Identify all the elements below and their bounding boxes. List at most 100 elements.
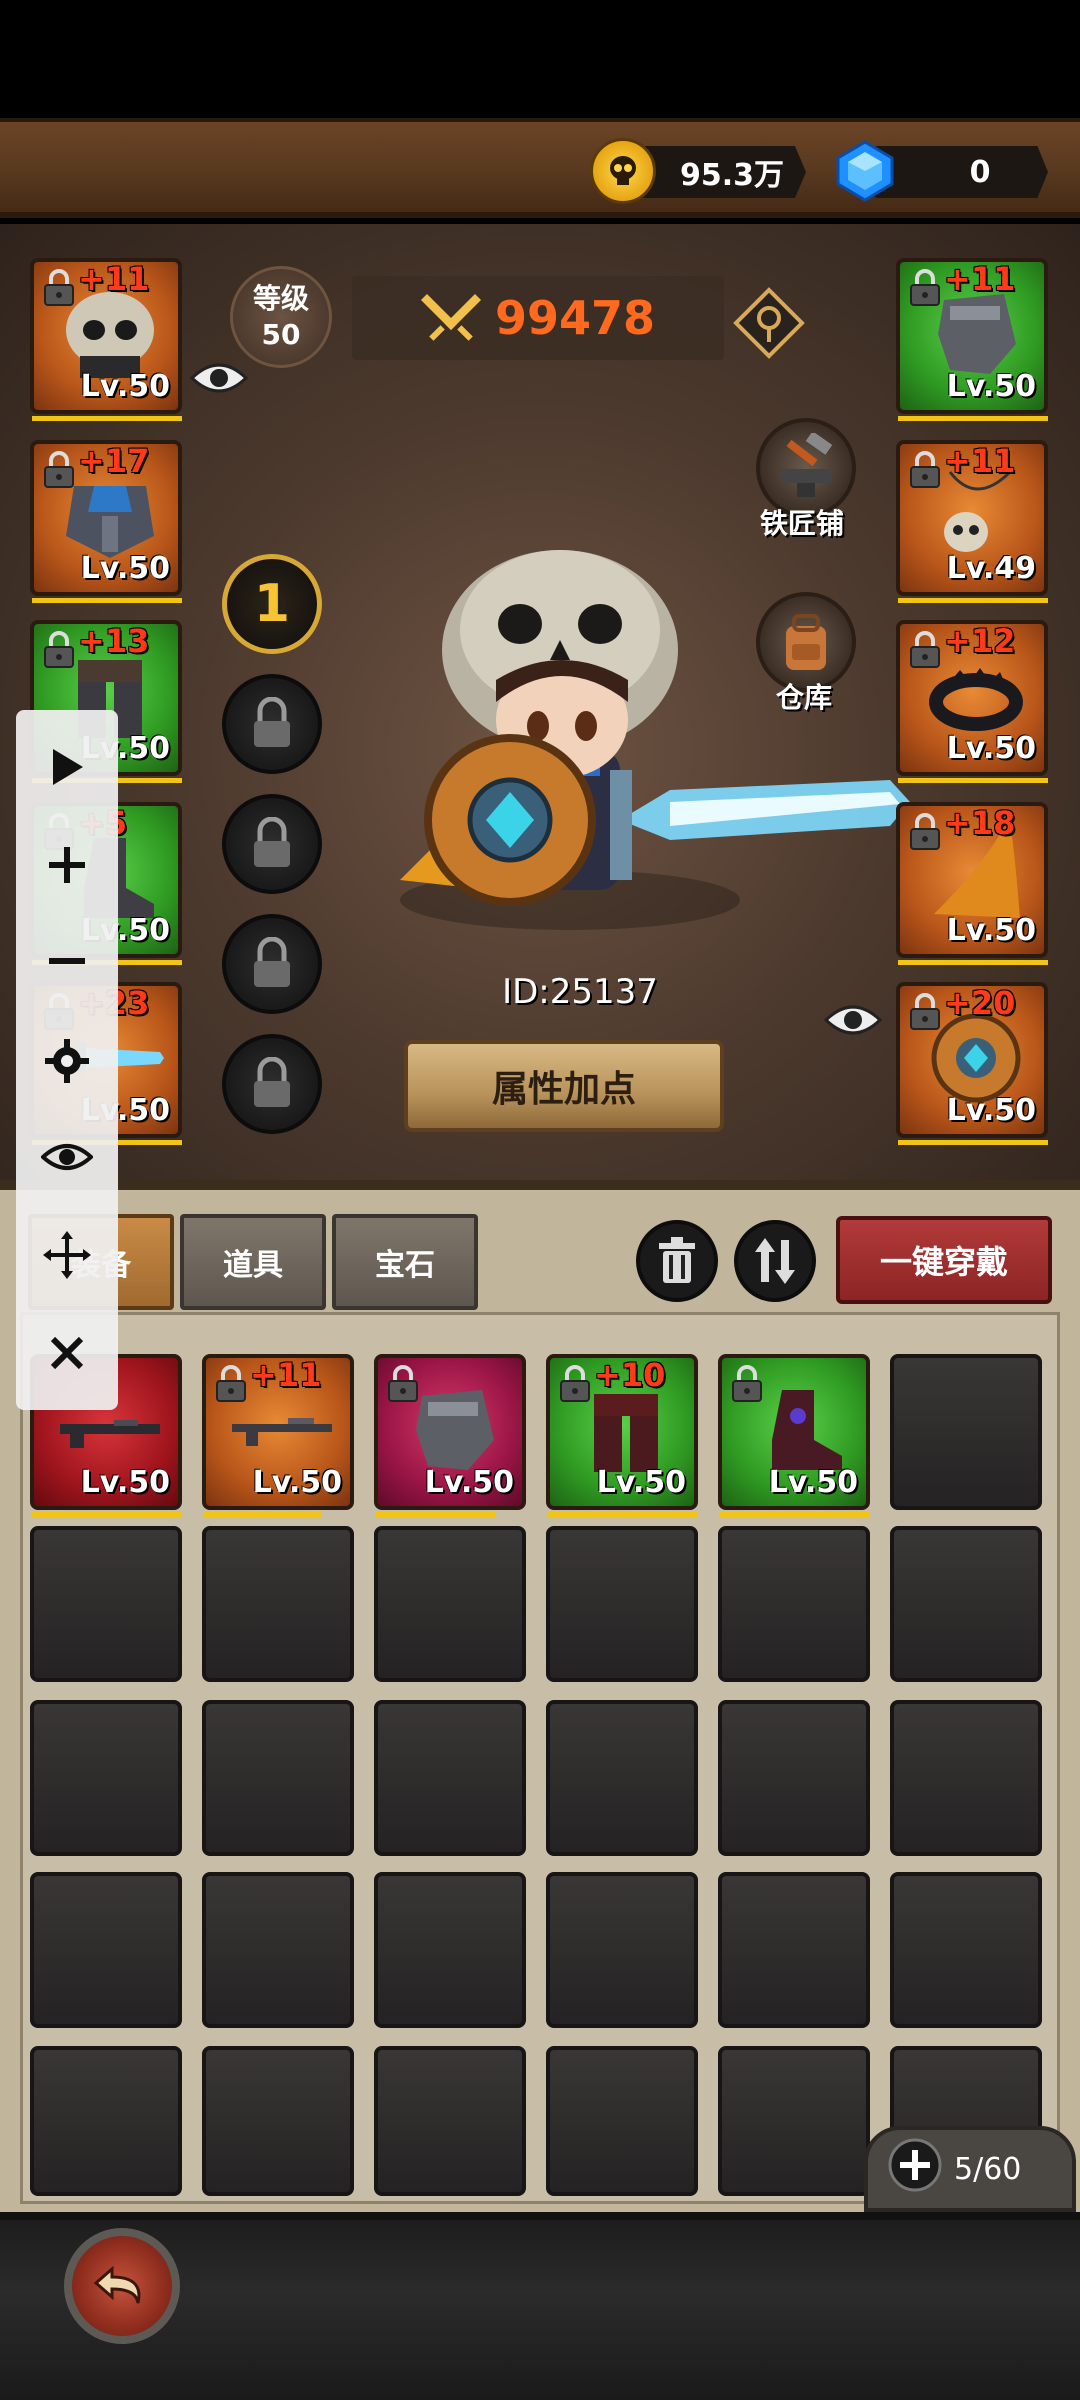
lock-icon — [726, 1362, 768, 1406]
blacksmith-label: 铁匠铺 — [760, 507, 845, 540]
info-diamond-button[interactable] — [732, 286, 806, 360]
sort-button[interactable] — [734, 1220, 816, 1302]
diamond-amount: 0 — [872, 146, 1048, 198]
item-level: Lv.50 — [946, 913, 1036, 948]
back-button[interactable] — [64, 2228, 180, 2344]
slot-progress-bar — [548, 1512, 698, 1517]
inventory-item[interactable]: +10 Lv.50 — [546, 1354, 698, 1510]
enhance-level: +13 — [78, 622, 150, 660]
equip-slot-shield[interactable]: +20 Lv.50 — [896, 982, 1048, 1138]
inventory-empty-slot[interactable] — [202, 1872, 354, 2028]
skill-slot-locked[interactable] — [222, 1034, 322, 1134]
equip-slot-ring[interactable]: +12 Lv.50 — [896, 620, 1048, 776]
item-level: Lv.50 — [946, 731, 1036, 766]
inventory-empty-slot[interactable] — [374, 1872, 526, 2028]
inventory-empty-slot[interactable] — [202, 1700, 354, 1856]
inventory-item[interactable]: Lv.50 — [374, 1354, 526, 1510]
equip-slot-necklace[interactable]: +11 Lv.49 — [896, 440, 1048, 596]
inventory-empty-slot[interactable] — [890, 1872, 1042, 2028]
skill-slot-locked[interactable] — [222, 794, 322, 894]
slot-progress-bar — [898, 416, 1048, 421]
inventory-empty-slot[interactable] — [202, 1526, 354, 1682]
inventory-empty-slot[interactable] — [718, 1526, 870, 1682]
skill-slot-1[interactable]: 1 — [222, 554, 322, 654]
enhance-level: +20 — [944, 984, 1016, 1022]
eye-icon[interactable] — [189, 358, 249, 402]
play-button[interactable] — [32, 732, 102, 802]
skull-coin-icon — [590, 138, 656, 204]
equip-slot-gloves[interactable]: +11 Lv.50 — [896, 258, 1048, 414]
status-bar — [0, 0, 1080, 118]
skill-slot-locked[interactable] — [222, 674, 322, 774]
inventory-empty-slot[interactable] — [718, 1700, 870, 1856]
equip-slot-armor[interactable]: +17 Lv.50 — [30, 440, 182, 596]
move-arrows-icon — [43, 1231, 91, 1279]
inventory-empty-slot[interactable] — [374, 2046, 526, 2196]
floating-tool-palette — [16, 710, 118, 1410]
inventory-empty-slot[interactable] — [374, 1700, 526, 1856]
lock-icon — [254, 817, 290, 867]
inventory-empty-slot[interactable] — [546, 2046, 698, 2196]
close-button[interactable] — [32, 1318, 102, 1388]
equip-all-button[interactable]: 一键穿戴 — [836, 1216, 1052, 1304]
tab-items[interactable]: 道具 — [180, 1214, 326, 1310]
item-level: Lv.50 — [946, 369, 1036, 404]
attribute-points-button[interactable]: 属性加点 — [404, 1040, 724, 1132]
enhance-level: +11 — [78, 260, 150, 298]
inventory-item[interactable]: +11 Lv.50 — [202, 1354, 354, 1510]
level-value: 50 — [261, 318, 301, 351]
plus-icon — [49, 847, 85, 883]
inventory-empty-slot[interactable] — [30, 1872, 182, 2028]
equip-slot-cape[interactable]: +18 Lv.50 — [896, 802, 1048, 958]
inventory-empty-slot[interactable] — [546, 1872, 698, 2028]
tab-gems[interactable]: 宝石 — [332, 1214, 478, 1310]
inventory-empty-slot[interactable] — [30, 1526, 182, 1682]
skill-slot-locked[interactable] — [222, 914, 322, 1014]
inventory-empty-slot[interactable] — [718, 1872, 870, 2028]
inventory-empty-slot[interactable] — [890, 1526, 1042, 1682]
lock-icon — [254, 937, 290, 987]
visibility-button[interactable] — [32, 1122, 102, 1192]
sort-arrows-icon — [755, 1238, 795, 1284]
tab-label: 宝石 — [375, 1248, 435, 1283]
zoom-in-button[interactable] — [32, 830, 102, 900]
slot-progress-bar — [898, 778, 1048, 783]
settings-button[interactable] — [32, 1026, 102, 1096]
zoom-out-button[interactable] — [32, 926, 102, 996]
lock-icon — [38, 266, 80, 310]
trash-button[interactable] — [636, 1220, 718, 1302]
lock-icon — [38, 628, 80, 672]
warehouse-label: 仓库 — [776, 681, 833, 714]
lock-icon — [904, 810, 946, 854]
inventory-empty-slot[interactable] — [546, 1526, 698, 1682]
equip-slot-helmet[interactable]: +11 Lv.50 — [30, 258, 182, 414]
slot-progress-bar — [898, 598, 1048, 603]
slot-progress-bar — [720, 1512, 870, 1517]
enhance-level: +12 — [944, 622, 1016, 660]
lock-icon — [382, 1362, 424, 1406]
enhance-level: +11 — [944, 442, 1016, 480]
inventory-empty-slot[interactable] — [890, 1700, 1042, 1856]
inventory-empty-slot[interactable] — [890, 1354, 1042, 1510]
skill-slot-number: 1 — [253, 574, 291, 634]
move-button[interactable] — [32, 1220, 102, 1290]
inventory-empty-slot[interactable] — [202, 2046, 354, 2196]
inventory-empty-slot[interactable] — [718, 2046, 870, 2196]
enhance-level: +17 — [78, 442, 150, 480]
inventory-empty-slot[interactable] — [30, 2046, 182, 2196]
inventory-empty-slot[interactable] — [374, 1526, 526, 1682]
backpack-icon — [786, 614, 826, 670]
inventory-capacity[interactable]: 5/60 — [864, 2126, 1076, 2212]
eye-icon[interactable] — [823, 1000, 883, 1044]
enhance-level: +11 — [944, 260, 1016, 298]
lock-icon — [904, 628, 946, 672]
eye-icon — [41, 1144, 93, 1170]
item-level: Lv.50 — [768, 1465, 858, 1500]
lock-icon — [210, 1362, 252, 1406]
inventory-item[interactable]: Lv.50 — [718, 1354, 870, 1510]
power-value: 99478 — [494, 291, 656, 345]
play-icon — [53, 749, 83, 785]
item-level: Lv.50 — [946, 1093, 1036, 1128]
inventory-empty-slot[interactable] — [546, 1700, 698, 1856]
inventory-empty-slot[interactable] — [30, 1700, 182, 1856]
